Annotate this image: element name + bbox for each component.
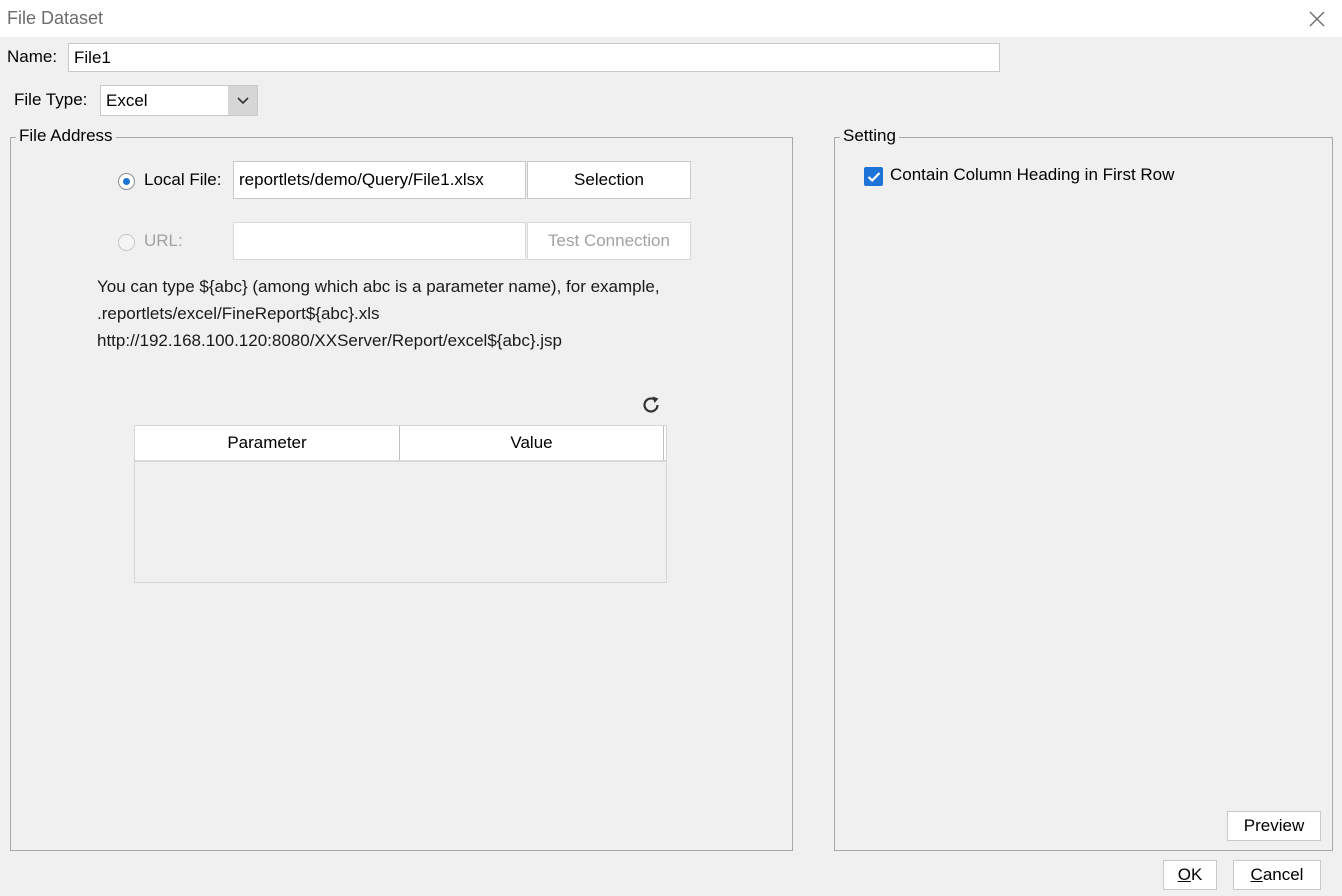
name-label: Name: bbox=[7, 47, 58, 66]
file-type-label: File Type: bbox=[14, 90, 88, 109]
file-type-select[interactable]: Excel bbox=[100, 85, 258, 116]
cancel-label-rest: ancel bbox=[1262, 865, 1304, 884]
local-file-path-input[interactable]: reportlets/demo/Query/File1.xlsx bbox=[233, 161, 526, 199]
hint-line-2: .reportlets/excel/FineReport${abc}.xls bbox=[97, 304, 380, 323]
contain-heading-checkbox[interactable] bbox=[864, 167, 883, 186]
dropdown-arrow[interactable] bbox=[228, 86, 257, 115]
local-file-radio[interactable] bbox=[118, 173, 135, 190]
selection-button[interactable]: Selection bbox=[527, 161, 691, 199]
url-label: URL: bbox=[144, 231, 183, 250]
parameter-table-body[interactable] bbox=[135, 462, 666, 582]
cancel-button[interactable]: Cancel bbox=[1233, 860, 1321, 890]
ok-button[interactable]: OK bbox=[1163, 860, 1217, 890]
ok-label-rest: K bbox=[1190, 865, 1203, 884]
close-button[interactable] bbox=[1298, 2, 1336, 36]
name-input-value: File1 bbox=[74, 47, 111, 67]
window-title: File Dataset bbox=[7, 8, 104, 28]
preview-button[interactable]: Preview bbox=[1227, 811, 1321, 841]
local-file-label: Local File: bbox=[144, 170, 222, 189]
checkmark-icon bbox=[867, 171, 880, 182]
url-radio[interactable] bbox=[118, 234, 135, 251]
column-header-parameter[interactable]: Parameter bbox=[135, 426, 400, 460]
local-file-path: reportlets/demo/Query/File1.xlsx bbox=[239, 170, 484, 189]
name-input[interactable]: File1 bbox=[68, 43, 1000, 72]
parameter-table-header: Parameter Value bbox=[135, 426, 666, 462]
setting-group bbox=[834, 137, 1333, 851]
column-header-value[interactable]: Value bbox=[400, 426, 664, 460]
title-bar: File Dataset bbox=[0, 0, 1342, 38]
parameter-table: Parameter Value bbox=[134, 425, 667, 583]
contain-heading-label: Contain Column Heading in First Row bbox=[890, 165, 1175, 184]
hint-line-3: http://192.168.100.120:8080/XXServer/Rep… bbox=[97, 331, 562, 350]
chevron-down-icon bbox=[236, 96, 249, 104]
file-type-selected: Excel bbox=[106, 90, 148, 110]
test-connection-button[interactable]: Test Connection bbox=[527, 222, 691, 260]
refresh-button[interactable] bbox=[638, 392, 664, 418]
url-input[interactable] bbox=[233, 222, 526, 260]
ok-mnemonic: O bbox=[1177, 865, 1191, 884]
file-address-legend: File Address bbox=[16, 126, 116, 146]
setting-legend: Setting bbox=[840, 126, 899, 146]
refresh-icon bbox=[643, 396, 659, 413]
hint-line-1: You can type ${abc} (among which abc is … bbox=[97, 277, 660, 296]
close-icon bbox=[1309, 11, 1325, 27]
cancel-mnemonic: C bbox=[1250, 865, 1263, 884]
